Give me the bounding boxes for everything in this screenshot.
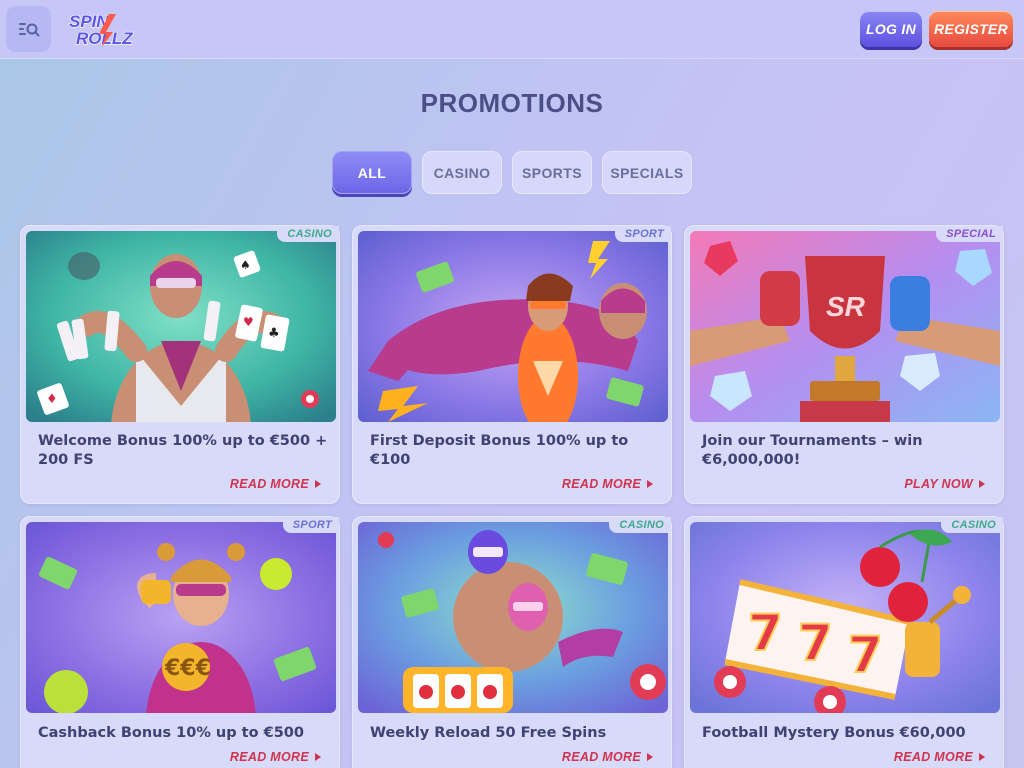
cta-label: READ MORE (229, 477, 309, 491)
filter-specials[interactable]: SPECIALS (602, 151, 692, 194)
svg-text:7: 7 (798, 614, 833, 672)
cta-label: READ MORE (893, 750, 973, 764)
category-tag: SPORT (282, 517, 339, 533)
promo-title: Join our Tournaments – win €6,000,000! (702, 433, 923, 468)
cta-label: READ MORE (561, 477, 641, 491)
svg-text:♥: ♥ (243, 315, 254, 329)
promo-image-tournament-trophy: SR (690, 231, 1000, 422)
svg-text:♦: ♦ (46, 392, 58, 407)
svg-text:7: 7 (848, 626, 883, 684)
svg-text:€€€: €€€ (164, 656, 211, 681)
promo-image-wrestlers-slot (358, 522, 668, 713)
chevron-right-icon (647, 480, 653, 488)
promo-title: Weekly Reload 50 Free Spins (370, 725, 607, 741)
header: SPIN ROLLZ LOG IN REGISTER (0, 0, 1024, 59)
promo-card[interactable]: €€€ SPORT Cashback Bonus 10% up to €500 … (20, 516, 340, 768)
filter-casino[interactable]: CASINO (422, 151, 502, 194)
chevron-right-icon (315, 480, 321, 488)
promo-title: Football Mystery Bonus €60,000 (702, 725, 966, 741)
category-tag: CASINO (277, 226, 339, 242)
promo-title: First Deposit Bonus 100% up to €100 (370, 433, 629, 468)
svg-text:♠: ♠ (240, 258, 251, 272)
promo-image-wrestler-cards: ♥ ♣ ♠ ♦ (26, 231, 336, 422)
cta-label: READ MORE (229, 750, 309, 764)
cta-label: READ MORE (561, 750, 641, 764)
chevron-right-icon (979, 480, 985, 488)
read-more-link[interactable]: READ MORE (230, 750, 321, 764)
promo-title: Cashback Bonus 10% up to €500 (38, 725, 304, 741)
chevron-right-icon (979, 753, 985, 761)
cta-label: PLAY NOW (904, 477, 973, 491)
svg-text:SR: SR (826, 291, 866, 322)
menu-search-icon (18, 23, 39, 37)
promo-card[interactable]: SPORT First Deposit Bonus 100% up to €10… (352, 225, 672, 504)
category-tag: SPECIAL (936, 226, 1003, 242)
promo-image-female-wrestler: €€€ (26, 522, 336, 713)
play-now-link[interactable]: PLAY NOW (904, 477, 985, 491)
spinrollz-logo[interactable]: SPIN ROLLZ (66, 10, 136, 48)
promo-card[interactable]: 7 7 7 CASINO Football Mystery Bonus €60,… (684, 516, 1004, 768)
promo-title: Welcome Bonus 100% up to €500 + 200 FS (38, 433, 328, 468)
filter-all[interactable]: ALL (332, 151, 412, 194)
filter-sports[interactable]: SPORTS (512, 151, 592, 194)
login-button[interactable]: LOG IN (860, 11, 922, 47)
read-more-link[interactable]: READ MORE (230, 477, 321, 491)
promo-card[interactable]: SR SPECIAL Join our Tournaments – win €6… (684, 225, 1004, 504)
promo-image-777-slot: 7 7 7 (690, 522, 1000, 713)
category-tag: SPORT (614, 226, 671, 242)
chevron-right-icon (647, 753, 653, 761)
svg-text:7: 7 (748, 604, 783, 662)
category-tag: CASINO (941, 517, 1003, 533)
promo-card[interactable]: ♥ ♣ ♠ ♦ CASINO Welcome Bonus 100% up to … (20, 225, 340, 504)
promo-card[interactable]: CASINO Weekly Reload 50 Free Spins READ … (352, 516, 672, 768)
svg-text:♣: ♣ (268, 326, 280, 341)
read-more-link[interactable]: READ MORE (562, 477, 653, 491)
promo-image-wrestlers-grappling (358, 231, 668, 422)
chevron-right-icon (315, 753, 321, 761)
category-tag: CASINO (609, 517, 671, 533)
page-title: PROMOTIONS (420, 88, 604, 118)
read-more-link[interactable]: READ MORE (562, 750, 653, 764)
promotion-filters: ALL CASINO SPORTS SPECIALS (332, 151, 692, 194)
read-more-link[interactable]: READ MORE (894, 750, 985, 764)
register-button[interactable]: REGISTER (929, 11, 1013, 47)
menu-search-button[interactable] (6, 6, 51, 52)
